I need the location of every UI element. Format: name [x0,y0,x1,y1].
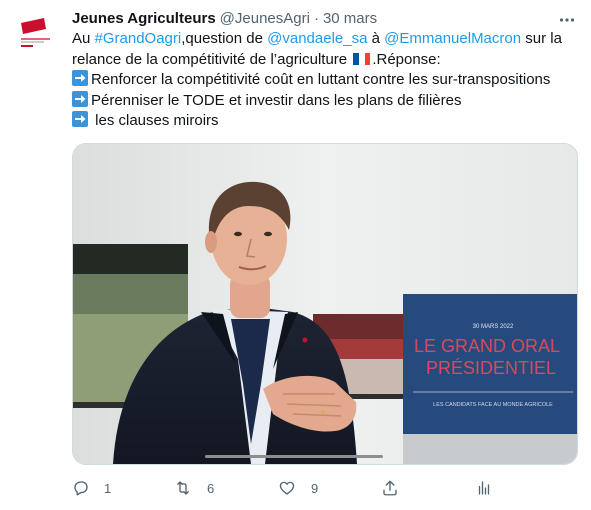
share-button[interactable] [381,476,399,500]
bullet-text: Renforcer la compétitivité coût en lutta… [91,71,551,88]
hashtag-link[interactable]: #GrandOagri [95,30,182,47]
backdrop-date: 30 MARS 2022 [473,324,514,330]
reply-button[interactable]: 1 [72,476,111,500]
bullet-line: Pérenniser le TODE et investir dans les … [72,90,572,112]
author-name[interactable]: Jeunes Agriculteurs [72,10,216,27]
reply-count: 1 [104,480,112,496]
tweet-text: Au #GrandOagri,question de @vandaele_sa … [72,29,572,132]
author-handle[interactable]: @JeunesAgri [220,10,310,27]
backdrop-title-2: PRÉSIDENTIEL [426,358,556,378]
arrow-right-icon [72,111,88,127]
text-segment: sur la [521,30,562,47]
separator-dot: · [313,9,319,27]
mention-link[interactable]: @vandaele_sa [267,30,367,47]
tweet-line-1: Au #GrandOagri,question de @vandaele_sa … [72,29,572,50]
tweet-actions: 1 6 9 [72,476,502,500]
retweet-count: 6 [207,480,215,496]
reply-icon [74,481,88,496]
tweet-header: Jeunes Agriculteurs @JeunesAgri · 30 mar… [72,8,377,28]
jeunes-agriculteurs-logo [14,12,58,56]
like-icon [279,481,295,495]
text-segment: Au [72,30,95,47]
share-icon [383,480,397,496]
tweet-media[interactable]: 30 MARS 2022 LE GRAND ORAL PRÉSIDENTIEL … [72,143,578,465]
like-count: 9 [311,480,319,496]
arrow-right-icon [72,70,88,86]
bullet-line: Renforcer la compétitivité coût en lutta… [72,70,572,91]
analytics-button[interactable] [475,476,493,500]
bullet-text: les clauses miroirs [91,112,219,129]
backdrop-subtitle: LES CANDIDATS FACE AU MONDE AGRICOLE [433,402,553,408]
backdrop-title-1: LE GRAND ORAL [414,336,560,356]
like-button[interactable]: 9 [277,476,318,500]
text-segment: à [367,30,385,47]
tweet: Jeunes Agriculteurs @JeunesAgri · 30 mar… [0,0,591,510]
retweet-button[interactable]: 6 [173,476,214,500]
mention-link[interactable]: @EmmanuelMacron [384,30,521,47]
media-scrollbar[interactable] [205,455,383,458]
video-still: 30 MARS 2022 LE GRAND ORAL PRÉSIDENTIEL … [73,144,577,464]
more-icon[interactable] [557,10,577,30]
bullet-line: les clauses miroirs [72,111,572,132]
france-flag-icon [353,52,371,65]
analytics-icon [478,481,490,495]
text-segment: ,question de [181,30,268,47]
text-segment: relance de la compétitivité de l’agricul… [72,50,352,68]
tweet-date[interactable]: 30 mars [323,10,377,27]
avatar[interactable] [14,12,58,56]
arrow-right-icon [72,90,88,107]
text-segment: .Réponse: [372,50,441,68]
tweet-line-2: relance de la compétitivité de l’agricul… [72,50,572,71]
retweet-icon [177,481,189,495]
bullet-text: Pérenniser le TODE et investir dans les … [91,91,462,109]
